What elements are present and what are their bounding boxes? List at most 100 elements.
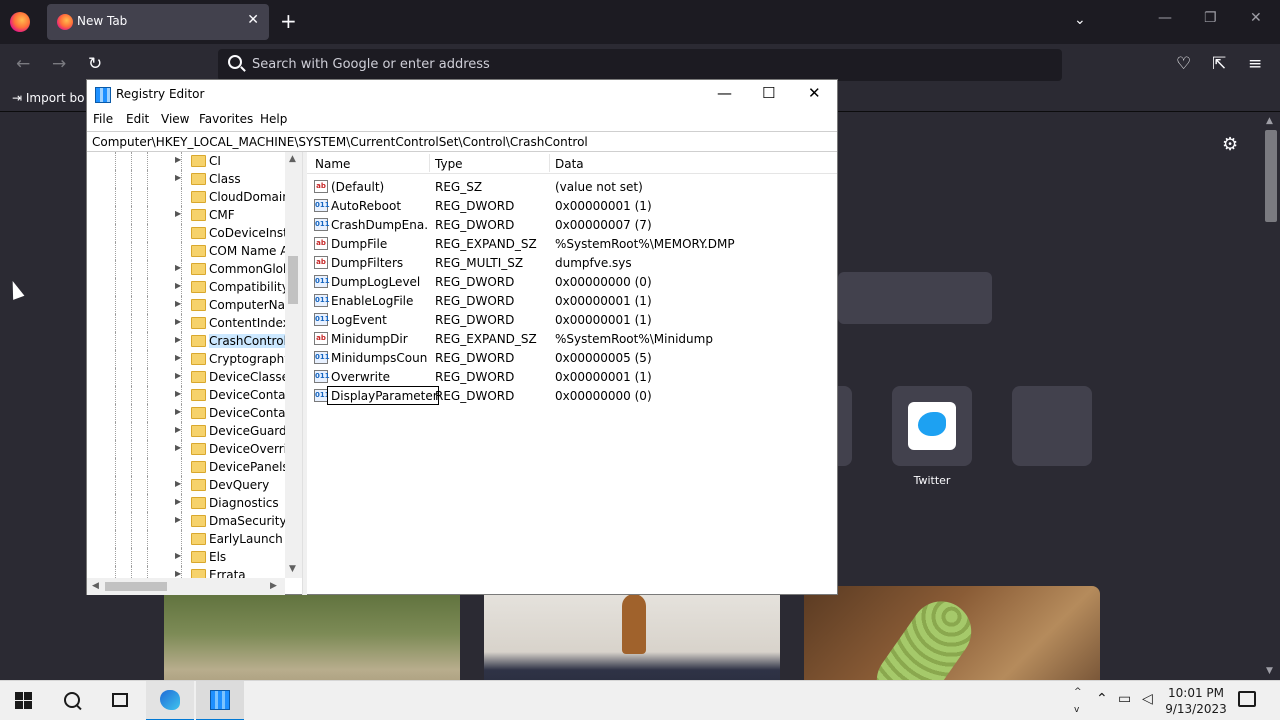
expand-arrow-icon[interactable]: ▶ — [175, 569, 181, 578]
scroll-down-icon[interactable]: ▼ — [289, 564, 296, 574]
edge-app-icon[interactable] — [146, 681, 194, 720]
shortcut-empty[interactable] — [1012, 386, 1092, 466]
value-row[interactable]: 011 LogEvent REG_DWORD 0x00000001 (1) — [307, 310, 837, 329]
shortcut-twitter[interactable] — [892, 386, 972, 466]
tree-item[interactable]: CloudDomainJoin — [87, 188, 285, 206]
tree-item[interactable]: ▶ DeviceClasses — [87, 368, 285, 386]
column-name[interactable]: Name — [315, 157, 350, 171]
value-row[interactable]: ab (Default) REG_SZ (value not set) — [307, 177, 837, 196]
restore-icon[interactable]: ❐ — [1204, 10, 1217, 26]
network-icon[interactable]: ▭ — [1118, 691, 1131, 707]
value-row[interactable]: ab MinidumpDir REG_EXPAND_SZ %SystemRoot%\M… — [307, 329, 837, 348]
tree-item[interactable]: ▶ DeviceOverrides — [87, 440, 285, 458]
scroll-down-icon[interactable]: ▼ — [1266, 666, 1273, 676]
expand-arrow-icon[interactable]: ▶ — [175, 281, 181, 290]
story-card-image[interactable] — [804, 586, 1100, 680]
menu-favorites[interactable]: Favorites — [199, 112, 253, 126]
story-card-image[interactable] — [484, 586, 780, 680]
expand-arrow-icon[interactable]: ▶ — [175, 335, 181, 344]
gear-icon[interactable]: ⚙ — [1222, 134, 1238, 155]
maximize-icon[interactable]: ☐ — [762, 84, 775, 102]
address-path[interactable]: Computer\HKEY_LOCAL_MACHINE\SYSTEM\Curre… — [92, 135, 588, 149]
value-row[interactable]: ab DumpFilters REG_MULTI_SZ dumpfve.sys — [307, 253, 837, 272]
url-bar[interactable]: Search with Google or enter address — [218, 49, 1062, 81]
expand-arrow-icon[interactable]: ▶ — [175, 479, 181, 488]
import-bookmarks-button[interactable]: ⇥ Import bo — [12, 91, 84, 105]
search-box-fragment[interactable] — [838, 272, 992, 324]
task-view-icon[interactable] — [96, 681, 144, 720]
extensions-icon[interactable]: ⇱ — [1212, 54, 1226, 74]
value-row[interactable]: 011 AutoReboot REG_DWORD 0x00000001 (1) — [307, 196, 837, 215]
tree-horizontal-scrollbar[interactable]: ◀ ▶ — [87, 578, 285, 595]
expand-arrow-icon[interactable]: ▶ — [175, 209, 181, 218]
show-hidden-icons-icon[interactable]: ⌃ — [1096, 691, 1108, 707]
value-row[interactable]: 011 CrashDumpEna... REG_DWORD 0x00000007 (7… — [307, 215, 837, 234]
menu-help[interactable]: Help — [260, 112, 287, 126]
tree-item[interactable]: EarlyLaunch — [87, 530, 285, 548]
regedit-app-icon[interactable] — [196, 681, 244, 720]
tray-scroll-icons[interactable]: ^ v — [1074, 683, 1082, 719]
firefox-logo-icon[interactable] — [10, 12, 30, 32]
column-divider[interactable] — [549, 154, 550, 172]
menu-icon[interactable]: ≡ — [1248, 54, 1262, 74]
tab-close-icon[interactable]: ✕ — [247, 12, 259, 28]
expand-arrow-icon[interactable]: ▶ — [175, 173, 181, 182]
expand-arrow-icon[interactable]: ▶ — [175, 299, 181, 308]
list-all-tabs-icon[interactable]: ⌄ — [1074, 12, 1086, 28]
tree-item[interactable]: CoDeviceInstallers — [87, 224, 285, 242]
tree-item[interactable]: DevicePanels — [87, 458, 285, 476]
menu-file[interactable]: File — [93, 112, 113, 126]
title-bar[interactable]: Registry Editor — ☐ ✕ — [87, 80, 837, 109]
tree-item[interactable]: ▶ ComputerName — [87, 296, 285, 314]
expand-arrow-icon[interactable]: ▶ — [175, 497, 181, 506]
expand-arrow-icon[interactable]: ▶ — [175, 407, 181, 416]
value-row[interactable]: ab DumpFile REG_EXPAND_SZ %SystemRoot%\MEMO… — [307, 234, 837, 253]
tree-item[interactable]: COM Name Arbiter — [87, 242, 285, 260]
search-icon[interactable] — [48, 681, 96, 720]
scrollbar-thumb[interactable] — [1265, 130, 1277, 222]
expand-arrow-icon[interactable]: ▶ — [175, 263, 181, 272]
menu-edit[interactable]: Edit — [126, 112, 149, 126]
tree-item[interactable]: ▶ Class — [87, 170, 285, 188]
value-row[interactable]: 011 EnableLogFile REG_DWORD 0x00000001 (1) — [307, 291, 837, 310]
scroll-right-icon[interactable]: ▶ — [270, 581, 277, 591]
minimize-icon[interactable]: — — [1158, 10, 1172, 26]
scrollbar-thumb[interactable] — [105, 582, 167, 591]
tree-item[interactable]: ▶ DeviceContainerPropertyUpdateEvents — [87, 386, 285, 404]
story-card-image[interactable] — [164, 586, 460, 680]
notification-icon[interactable] — [1238, 691, 1256, 707]
tree-item[interactable]: ▶ DevQuery — [87, 476, 285, 494]
new-tab-button[interactable]: + — [280, 10, 297, 32]
tree-item[interactable]: ▶ CommonGlobUserSettings — [87, 260, 285, 278]
scroll-left-icon[interactable]: ◀ — [92, 581, 99, 591]
scroll-up-icon[interactable]: ▲ — [289, 154, 296, 164]
expand-arrow-icon[interactable]: ▶ — [175, 551, 181, 560]
tree-item[interactable]: ▶ DeviceGuard — [87, 422, 285, 440]
column-type[interactable]: Type — [435, 157, 463, 171]
tree-item[interactable]: ▶ ContentIndex — [87, 314, 285, 332]
tree-item[interactable]: ▶ Diagnostics — [87, 494, 285, 512]
expand-arrow-icon[interactable]: ▶ — [175, 515, 181, 524]
chevron-down-icon[interactable]: v — [1074, 705, 1079, 715]
tree-item[interactable]: ▶ Cryptography — [87, 350, 285, 368]
tree-item[interactable]: ▶ Els — [87, 548, 285, 566]
tree-item[interactable]: ▶ CMF — [87, 206, 285, 224]
value-row[interactable]: 011 Overwrite REG_DWORD 0x00000001 (1) — [307, 367, 837, 386]
back-icon[interactable]: ← — [16, 54, 30, 74]
expand-arrow-icon[interactable]: ▶ — [175, 425, 181, 434]
tree-vertical-scrollbar[interactable]: ▲ ▼ — [285, 152, 302, 578]
start-button[interactable] — [0, 681, 48, 720]
tree-item[interactable]: ▶ CrashControl — [87, 332, 285, 350]
scrollbar-thumb[interactable] — [288, 256, 298, 304]
page-scrollbar[interactable]: ▲ ▼ — [1262, 112, 1280, 680]
expand-arrow-icon[interactable]: ▶ — [175, 317, 181, 326]
close-icon[interactable]: ✕ — [808, 84, 821, 102]
tree-item[interactable]: ▶ DmaSecurity — [87, 512, 285, 530]
column-data[interactable]: Data — [555, 157, 584, 171]
tree-item[interactable]: ▶ Compatibility — [87, 278, 285, 296]
forward-icon[interactable]: → — [52, 54, 66, 74]
expand-arrow-icon[interactable]: ▶ — [175, 155, 181, 164]
volume-muted-icon[interactable]: ◁ — [1142, 691, 1153, 707]
url-input[interactable]: Search with Google or enter address — [252, 57, 490, 72]
expand-arrow-icon[interactable]: ▶ — [175, 371, 181, 380]
